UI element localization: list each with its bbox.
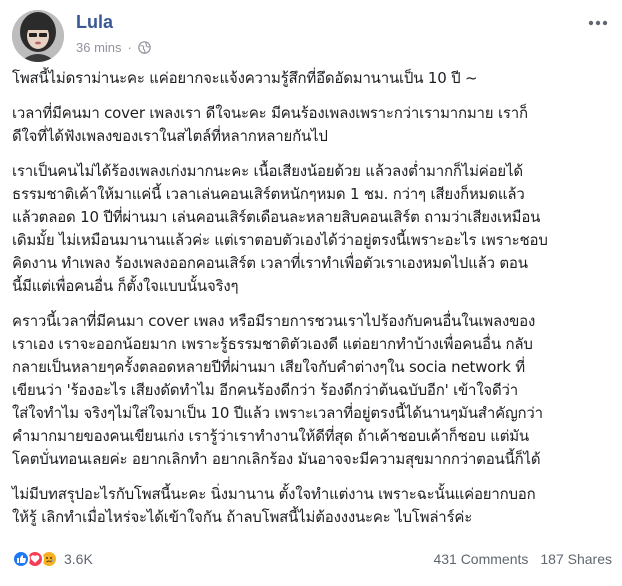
shares-count[interactable]: 187 Shares [540, 551, 612, 567]
comments-count[interactable]: 431 Comments [433, 551, 528, 567]
post-meta: 36 mins · [76, 40, 151, 55]
facebook-post: Lula 36 mins · โพสนี้ไม่ดราม่านะคะ แค่อย… [0, 0, 622, 586]
reaction-icons[interactable] [12, 550, 58, 568]
author-name[interactable]: Lula [76, 12, 113, 33]
post-stats: 431 Comments 187 Shares [433, 551, 612, 567]
globe-icon [138, 41, 151, 54]
avatar[interactable] [12, 10, 64, 62]
reaction-count[interactable]: 3.6K [64, 551, 93, 567]
post-paragraph: เวลาที่มีคนมา cover เพลงเรา ดีใจนะคะ มีค… [12, 104, 528, 145]
post-header: Lula 36 mins · [12, 10, 612, 62]
meta-separator: · [127, 40, 132, 55]
post-time[interactable]: 36 mins [76, 40, 122, 55]
post-paragraph: โพสนี้ไม่ดราม่านะคะ แค่อยากจะแจ้งความรู้… [12, 69, 478, 87]
like-reaction-icon [12, 550, 30, 568]
post-body: โพสนี้ไม่ดราม่านะคะ แค่อยากจะแจ้งความรู้… [12, 67, 614, 541]
post-paragraph: คราวนี้เวลาที่มีคนมา cover เพลง หรือมีรา… [12, 312, 543, 468]
post-paragraph: ไม่มีบทสรุปอะไรกับโพสนี้นะคะ นิ่งมานาน ต… [12, 485, 536, 526]
more-options-icon[interactable] [586, 14, 610, 32]
post-footer: 3.6K 431 Comments 187 Shares [12, 544, 612, 574]
post-paragraph: เราเป็นคนไม่ได้ร้องเพลงเก่งมากนะคะ เนื้อ… [12, 162, 548, 295]
